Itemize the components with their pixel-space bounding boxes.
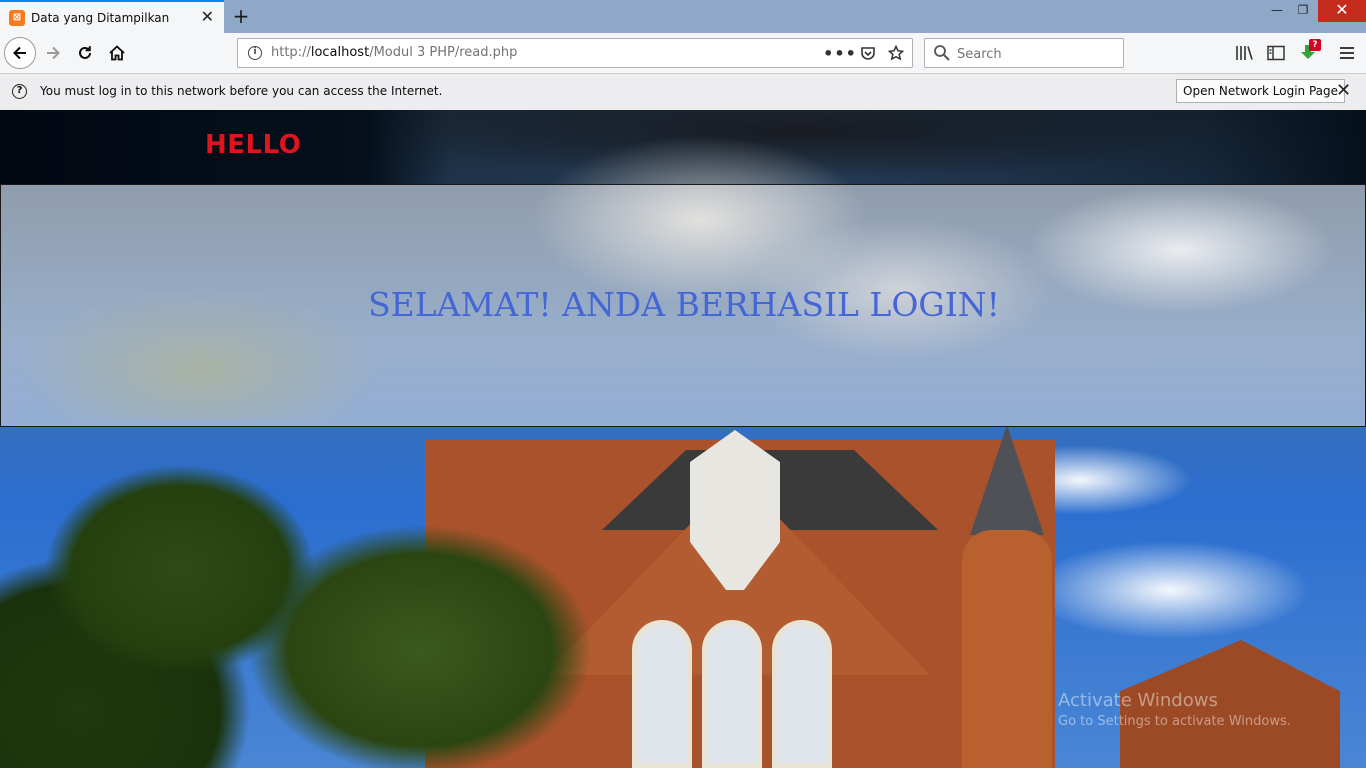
hello-heading: HELLO <box>205 130 302 160</box>
arched-window <box>772 620 832 768</box>
url-prefix: http:// <box>271 45 311 60</box>
pocket-icon[interactable] <box>858 43 878 63</box>
downloads-badge: ? <box>1309 39 1321 51</box>
info-icon[interactable]: i <box>248 46 262 60</box>
activate-windows-subtitle: Go to Settings to activate Windows. <box>1058 714 1291 729</box>
library-icon <box>1236 46 1253 60</box>
help-icon: ? <box>12 84 27 99</box>
library-button[interactable] <box>1234 43 1254 63</box>
forward-arrow-icon <box>47 46 60 60</box>
tab-close-icon[interactable]: ✕ <box>201 8 214 26</box>
search-input[interactable] <box>955 40 1119 68</box>
notification-close-icon[interactable]: ✕ <box>1336 82 1351 100</box>
search-icon <box>934 45 950 61</box>
bookmark-star-icon[interactable] <box>886 43 906 63</box>
reload-icon <box>79 46 91 59</box>
hamburger-menu-icon <box>1340 47 1354 59</box>
right-tower <box>962 530 1052 768</box>
arched-window <box>702 620 762 768</box>
arched-window <box>632 620 692 768</box>
url-text[interactable]: http://localhost/Modul 3 PHP/read.php <box>271 45 517 60</box>
new-tab-button[interactable]: + <box>230 4 252 28</box>
captive-portal-notification: ? You must log in to this network before… <box>0 74 1366 110</box>
url-bar[interactable]: i http://localhost/Modul 3 PHP/read.php … <box>237 38 913 68</box>
url-path: /Modul 3 PHP/read.php <box>369 45 518 60</box>
back-arrow-icon <box>13 46 26 60</box>
home-button[interactable] <box>102 38 132 68</box>
forward-button[interactable] <box>38 38 68 68</box>
url-actions: ••• <box>823 43 906 63</box>
search-bar[interactable] <box>924 38 1124 68</box>
close-window-button[interactable]: ✕ <box>1318 0 1366 22</box>
open-network-login-button[interactable]: Open Network Login Page <box>1176 79 1346 103</box>
download-button[interactable]: ? <box>1298 39 1321 63</box>
background-trees <box>0 410 620 768</box>
activate-windows-title: Activate Windows <box>1058 690 1218 711</box>
reload-button[interactable] <box>70 38 100 68</box>
home-icon <box>109 45 125 61</box>
login-success-message: SELAMAT! ANDA BERHASIL LOGIN! <box>368 285 1000 324</box>
back-button[interactable] <box>4 37 36 69</box>
sidebar-icon <box>1267 45 1285 61</box>
minimize-button[interactable]: — <box>1264 0 1290 22</box>
sidebar-button[interactable] <box>1266 43 1286 63</box>
tab-active[interactable]: ⊠ Data yang Ditampilkan ✕ <box>0 0 224 33</box>
url-host: localhost <box>310 45 370 60</box>
restore-button[interactable]: ❐ <box>1290 0 1316 22</box>
tab-strip: ⊠ Data yang Ditampilkan ✕ + — ❐ ✕ <box>0 0 1366 33</box>
xampp-icon: ⊠ <box>9 9 25 26</box>
menu-button[interactable] <box>1337 43 1357 63</box>
login-success-panel: SELAMAT! ANDA BERHASIL LOGIN! <box>0 184 1366 427</box>
notification-text: You must log in to this network before y… <box>40 84 443 98</box>
page-actions-icon[interactable]: ••• <box>823 43 856 63</box>
page-content: HELLO SELAMAT! ANDA BERHASIL LOGIN! Acti… <box>0 110 1366 768</box>
navigation-toolbar: i http://localhost/Modul 3 PHP/read.php … <box>0 33 1366 74</box>
tab-title: Data yang Ditampilkan <box>31 10 170 25</box>
header-bar: HELLO <box>0 110 1366 184</box>
